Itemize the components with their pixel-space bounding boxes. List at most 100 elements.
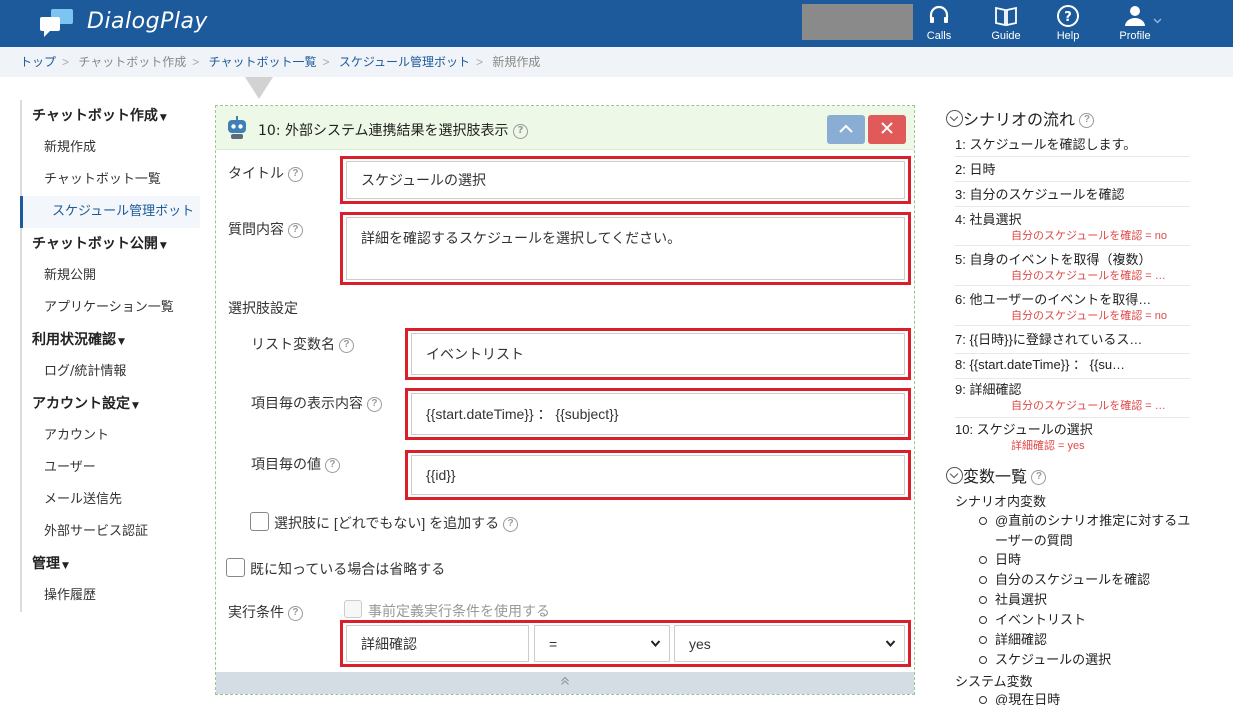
flow-step[interactable]: 4: 社員選択 自分のスケジュールを確認 = no bbox=[955, 210, 1190, 246]
sidebar-group-chatbot-create[interactable]: チャットボット作成 ▼ bbox=[22, 100, 200, 132]
app-title[interactable]: DialogPlay bbox=[87, 9, 208, 34]
list-var-label: リスト変数名 ? bbox=[251, 334, 354, 354]
breadcrumb-schedule-bot[interactable]: スケジュール管理ボット bbox=[339, 55, 470, 69]
account-placeholder-box bbox=[802, 4, 913, 40]
flow-step[interactable]: 2: 日時 bbox=[955, 160, 1190, 182]
system-vars-heading: システム変数 bbox=[955, 674, 1033, 689]
sidebar-item-new[interactable]: 新規作成 bbox=[22, 132, 200, 164]
sidebar-group-usage[interactable]: 利用状況確認 ▼ bbox=[22, 324, 200, 356]
flow-arrow-icon bbox=[245, 77, 273, 99]
flow-step[interactable]: 7: {{日時}}に登録されているス… bbox=[955, 330, 1190, 354]
sidebar-group-account[interactable]: アカウント設定 ▼ bbox=[22, 388, 200, 420]
sidebar-group-admin[interactable]: 管理 ▼ bbox=[22, 548, 200, 580]
help-icon[interactable]: ? bbox=[1031, 470, 1047, 486]
chevron-down-icon[interactable] bbox=[1153, 18, 1162, 24]
collapse-circle-icon bbox=[946, 467, 963, 484]
help-icon[interactable]: ? bbox=[287, 222, 303, 238]
profile-button[interactable]: Profile bbox=[1110, 4, 1160, 44]
cond-value-select[interactable]: yes bbox=[674, 625, 905, 662]
question-textarea[interactable]: 詳細を確認するスケジュールを選択してください。 bbox=[346, 217, 905, 280]
display-label: 項目毎の表示内容 ? bbox=[251, 393, 382, 413]
flow-step[interactable]: 3: 自分のスケジュールを確認 bbox=[955, 185, 1190, 207]
help-icon[interactable]: ? bbox=[324, 457, 340, 473]
guide-label: Guide bbox=[991, 30, 1021, 42]
headset-icon bbox=[929, 5, 949, 23]
flow-heading[interactable]: シナリオの流れ ? bbox=[946, 106, 1095, 130]
calls-button[interactable]: Calls bbox=[914, 4, 964, 44]
flow-step[interactable]: 8: {{start.dateTime}} ： {{su… bbox=[955, 355, 1190, 379]
svg-text:?: ? bbox=[1064, 10, 1072, 25]
skip-known-label: 既に知っている場合は省略する bbox=[250, 561, 446, 577]
none-option-label: 選択肢に [どれでもない] を追加する ? bbox=[274, 513, 519, 533]
breadcrumb-chatbot-create: チャットボット作成 bbox=[78, 55, 187, 69]
help-icon[interactable]: ? bbox=[338, 337, 354, 353]
flow-step[interactable]: 6: 他ユーザーのイベントを取得… 自分のスケジュールを確認 = no bbox=[955, 290, 1190, 326]
exec-cond-label: 実行条件 ? bbox=[228, 602, 303, 622]
title-label: タイトル ? bbox=[228, 163, 303, 183]
top-bar: DialogPlay Calls Guide ? Help Profile bbox=[0, 0, 1233, 47]
close-icon bbox=[881, 122, 893, 134]
predefined-checkbox[interactable] bbox=[344, 600, 362, 618]
sidebar-item-external-auth[interactable]: 外部サービス認証 bbox=[22, 516, 200, 548]
sidebar-item-history[interactable]: 操作履歴 bbox=[22, 580, 200, 612]
sidebar-item-users[interactable]: ユーザー bbox=[22, 452, 200, 484]
delete-step-button[interactable] bbox=[868, 115, 906, 144]
logo-icon bbox=[40, 9, 73, 37]
guide-button[interactable]: Guide bbox=[981, 4, 1031, 44]
flow-step-current[interactable]: 10: スケジュールの選択 詳細確認 = yes bbox=[955, 420, 1190, 456]
panel-header: 10: 外部システム連携結果を選択肢表示 ? bbox=[216, 106, 914, 150]
list-var-input[interactable]: イベントリスト bbox=[411, 333, 905, 375]
help-icon[interactable]: ? bbox=[366, 396, 382, 412]
panel-collapse-bar[interactable] bbox=[216, 672, 914, 694]
breadcrumb: トップ > チャットボット作成 > チャットボット一覧 > スケジュール管理ボット > … bbox=[0, 47, 1233, 77]
user-icon bbox=[1125, 6, 1145, 26]
sidebar-item-chatbot-list[interactable]: チャットボット一覧 bbox=[22, 164, 200, 196]
breadcrumb-top[interactable]: トップ bbox=[20, 55, 56, 69]
cond-value-value: yes bbox=[689, 635, 711, 652]
variable-item: 社員選択 bbox=[979, 590, 1195, 610]
cond-variable-input[interactable]: 詳細確認 bbox=[346, 625, 529, 662]
cond-operator-select[interactable]: = bbox=[534, 625, 670, 662]
title-input[interactable]: スケジュールの選択 bbox=[346, 161, 905, 199]
sidebar-item-mail[interactable]: メール送信先 bbox=[22, 484, 200, 516]
variable-item: イベントリスト bbox=[979, 610, 1195, 630]
help-icon[interactable]: ? bbox=[503, 516, 519, 532]
predefined-label: 事前定義実行条件を使用する bbox=[368, 603, 550, 619]
help-icon[interactable]: ? bbox=[513, 123, 529, 139]
skip-known-checkbox[interactable] bbox=[226, 558, 245, 577]
chevron-down-icon bbox=[885, 639, 896, 647]
variable-item: 自分のスケジュールを確認 bbox=[979, 570, 1195, 590]
flow-step[interactable]: 5: 自身のイベントを取得（複数） 自分のスケジュールを確認 = … bbox=[955, 250, 1190, 286]
help-icon[interactable]: ? bbox=[287, 605, 303, 621]
sidebar-item-new-publish[interactable]: 新規公開 bbox=[22, 260, 200, 292]
variable-item: @直前のシナリオ推定に対するユーザーの質問 bbox=[979, 511, 1195, 551]
profile-label: Profile bbox=[1119, 30, 1151, 42]
sidebar-group-chatbot-publish[interactable]: チャットボット公開 ▼ bbox=[22, 228, 200, 260]
help-icon[interactable]: ? bbox=[287, 166, 303, 182]
display-input[interactable]: {{start.dateTime}} ： {{subject}} bbox=[411, 393, 905, 435]
variable-item: @現在日時 bbox=[979, 690, 1195, 705]
robot-icon bbox=[228, 116, 246, 139]
sidebar-item-logs[interactable]: ログ/統計情報 bbox=[22, 356, 200, 388]
variable-item: スケジュールの選択 bbox=[979, 650, 1195, 670]
variable-item: 詳細確認 bbox=[979, 630, 1195, 650]
sidebar-item-account[interactable]: アカウント bbox=[22, 420, 200, 452]
variables-heading[interactable]: 変数一覧 ? bbox=[946, 463, 1047, 487]
step-editor-panel: 10: 外部システム連携結果を選択肢表示 ? タイトル ? スケジュールの選択 … bbox=[215, 105, 915, 695]
sidebar: チャットボット作成 ▼ 新規作成 チャットボット一覧 スケジュール管理ボット チャ… bbox=[20, 100, 200, 612]
sidebar-item-schedule-bot[interactable]: スケジュール管理ボット bbox=[20, 196, 200, 228]
collapse-circle-icon bbox=[946, 110, 963, 127]
help-button[interactable]: ? Help bbox=[1043, 4, 1093, 44]
value-label: 項目毎の値 ? bbox=[251, 454, 340, 474]
collapse-button[interactable] bbox=[827, 115, 865, 144]
none-option-checkbox[interactable] bbox=[250, 512, 269, 531]
value-input[interactable]: {{id}} bbox=[411, 455, 905, 495]
flow-step[interactable]: 1: スケジュールを確認します。 bbox=[955, 135, 1190, 157]
flow-step[interactable]: 9: 詳細確認 自分のスケジュールを確認 = … bbox=[955, 380, 1190, 418]
breadcrumb-chatbot-list[interactable]: チャットボット一覧 bbox=[209, 55, 317, 69]
book-icon bbox=[995, 6, 1017, 27]
help-icon[interactable]: ? bbox=[1079, 113, 1095, 129]
breadcrumb-new: 新規作成 bbox=[492, 55, 541, 69]
chevron-up-icon bbox=[839, 124, 853, 133]
sidebar-item-application-list[interactable]: アプリケーション一覧 bbox=[22, 292, 200, 324]
